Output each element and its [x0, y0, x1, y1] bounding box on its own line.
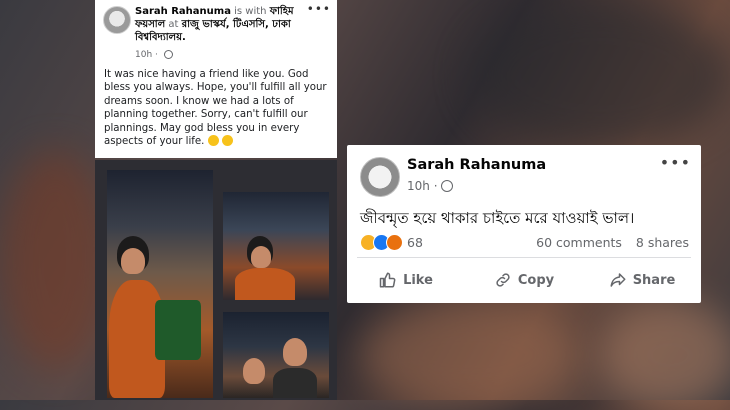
post-time: 10h ·: [407, 179, 453, 193]
post-time: 10h ·: [135, 50, 173, 60]
like-button[interactable]: Like: [347, 265, 465, 295]
comments-count[interactable]: 60 comments: [536, 235, 622, 250]
copy-label: Copy: [517, 272, 555, 288]
photo-figure: [273, 368, 317, 398]
heart-emoji-icon: [221, 135, 233, 147]
time-text: 10h ·: [135, 50, 158, 60]
copy-icon: [496, 273, 510, 287]
photo-figure: [283, 338, 307, 366]
share-button[interactable]: Share: [583, 265, 701, 295]
copy-button[interactable]: Copy: [465, 265, 583, 295]
with-text: is with: [234, 6, 267, 17]
more-options-icon[interactable]: •••: [660, 153, 691, 172]
left-post-card: Sarah Rahanuma is with ফাহিম ফয়সাল at র…: [95, 0, 337, 158]
like-icon: [379, 272, 396, 288]
author-name[interactable]: Sarah Rahanuma: [135, 6, 231, 17]
like-label: Like: [403, 272, 433, 288]
heart-emoji-icon: [207, 135, 219, 147]
divider: [357, 257, 691, 258]
photo-2[interactable]: [223, 192, 329, 300]
photo-figure: [155, 300, 201, 360]
background-blur: [470, 0, 730, 150]
photo-3[interactable]: [223, 312, 329, 398]
reactions-summary[interactable]: 68: [360, 234, 423, 251]
avatar[interactable]: [103, 6, 131, 34]
photo-figure: [251, 246, 271, 268]
photo-figure: [243, 358, 265, 384]
more-options-icon[interactable]: •••: [307, 2, 331, 16]
angry-reaction-icon: [386, 234, 403, 251]
avatar[interactable]: [360, 157, 400, 197]
globe-icon: [440, 180, 453, 192]
time-text: 10h ·: [407, 179, 438, 193]
post-stats: 60 comments 8 shares: [536, 235, 689, 250]
photo-figure: [235, 268, 295, 300]
share-label: Share: [632, 272, 676, 288]
globe-icon: [163, 50, 173, 59]
post-header: Sarah Rahanuma is with ফাহিম ফয়সাল at র…: [135, 5, 325, 44]
background-blur: [600, 300, 730, 410]
photo-1[interactable]: [107, 170, 213, 398]
share-icon: [610, 273, 626, 287]
photo-collage: [95, 160, 337, 400]
background-blur: [0, 150, 110, 370]
background-blur: [360, 300, 580, 410]
reaction-count: 68: [407, 235, 423, 250]
photo-figure: [121, 248, 145, 274]
shares-count[interactable]: 8 shares: [636, 235, 689, 250]
right-post-card: Sarah Rahanuma 10h · ••• জীবন্মৃত হয়ে থ…: [347, 145, 701, 303]
post-body: জীবন্মৃত হয়ে থাকার চাইতে মরে যাওয়াই ভা…: [360, 209, 635, 227]
author-name[interactable]: Sarah Rahanuma: [407, 157, 546, 173]
post-actions: Like Copy Share: [347, 265, 701, 295]
post-body: It was nice having a friend like you. Go…: [104, 68, 330, 148]
at-text: at: [168, 19, 179, 30]
